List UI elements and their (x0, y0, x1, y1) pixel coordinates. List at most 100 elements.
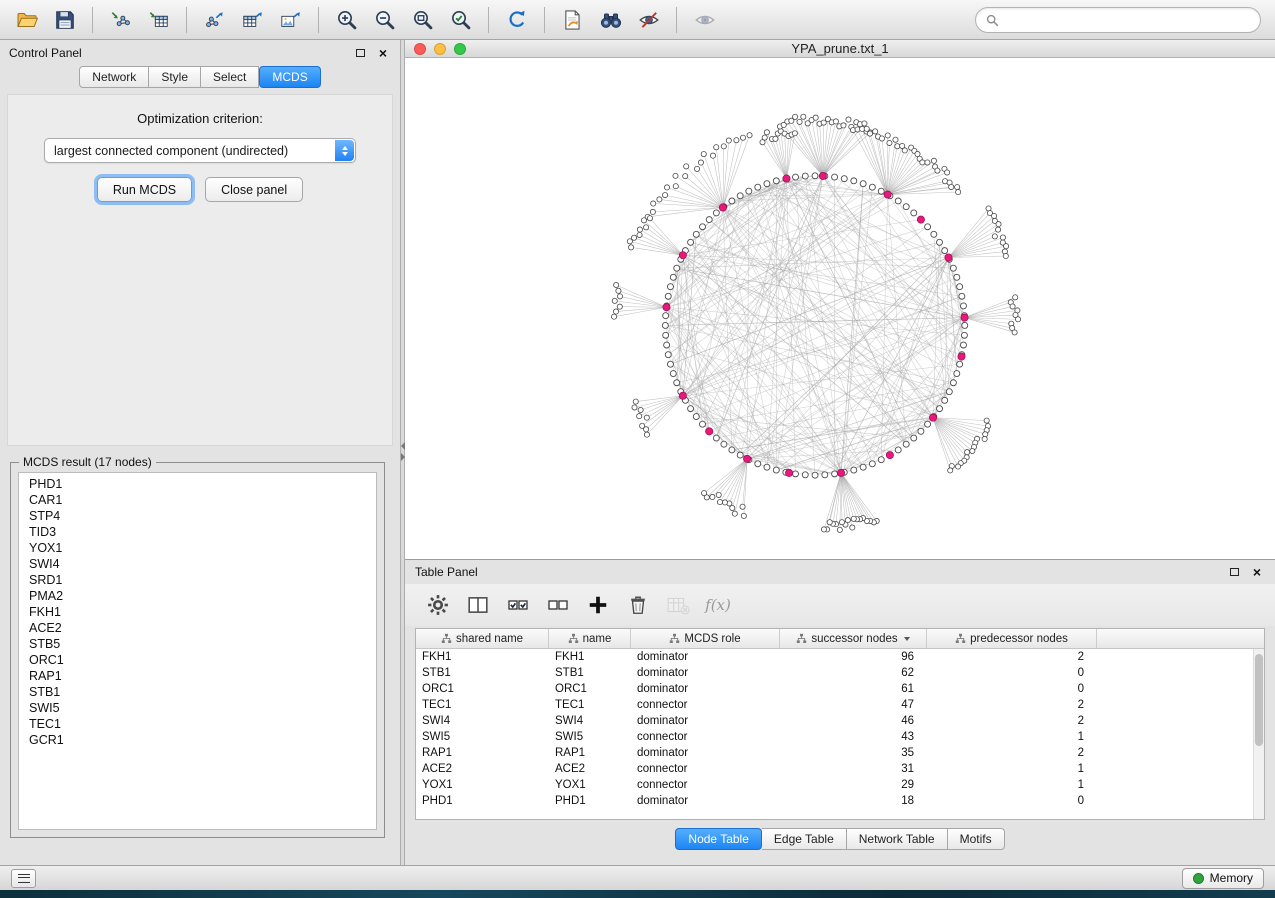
mcds-result-item[interactable]: STP4 (19, 508, 376, 524)
list-icon (18, 874, 30, 883)
float-panel-button[interactable] (352, 46, 368, 60)
clear-table-button[interactable] (661, 590, 695, 620)
mcds-buttons: Run MCDS Close panel (97, 177, 303, 202)
column-header-shared-name[interactable]: shared name (416, 629, 549, 648)
status-bar: Memory (0, 865, 1275, 890)
deselect-all-columns-button[interactable] (541, 590, 575, 620)
mcds-result-item[interactable]: FKH1 (19, 604, 376, 620)
close-mcds-panel-button[interactable]: Close panel (205, 177, 303, 202)
mcds-result-item[interactable]: PMA2 (19, 588, 376, 604)
mcds-result-list: PHD1CAR1STP4TID3YOX1SWI4SRD1PMA2FKH1ACE2… (18, 472, 377, 830)
column-header-predecessor-nodes[interactable]: predecessor nodes (927, 629, 1097, 648)
mcds-result-item[interactable]: SWI4 (19, 556, 376, 572)
tab-motifs[interactable]: Motifs (948, 828, 1005, 850)
column-header-name[interactable]: name (549, 629, 631, 648)
mcds-result-item[interactable]: SWI5 (19, 700, 376, 716)
function-builder-button[interactable]: f(x) (701, 590, 735, 620)
attribute-icon (441, 633, 452, 644)
import-table-button[interactable] (140, 4, 177, 36)
network-canvas[interactable] (405, 58, 1275, 559)
column-header-successor-nodes[interactable]: successor nodes (780, 629, 927, 648)
table-row[interactable]: YOX1YOX1connector291 (416, 777, 1253, 793)
save-session-button[interactable] (46, 4, 83, 36)
zoom-in-button[interactable] (328, 4, 365, 36)
run-mcds-button[interactable]: Run MCDS (97, 177, 192, 202)
table-row[interactable]: STB1STB1dominator620 (416, 665, 1253, 681)
add-column-button[interactable] (581, 590, 615, 620)
cytoscape-app: Control Panel × NetworkStyleSelectMCDS O… (0, 0, 1275, 898)
maximize-window-icon[interactable] (454, 43, 466, 55)
mcds-result-item[interactable]: STB1 (19, 684, 376, 700)
cell-shared_name: FKH1 (416, 651, 549, 663)
export-webpage-button[interactable] (554, 4, 591, 36)
mcds-result-item[interactable]: PHD1 (19, 476, 376, 492)
mcds-result-item[interactable]: TID3 (19, 524, 376, 540)
export-network-button[interactable] (196, 4, 233, 36)
mcds-result-item[interactable]: GCR1 (19, 732, 376, 748)
cell-mcds_role: dominator (631, 747, 780, 759)
minimize-window-icon[interactable] (434, 43, 446, 55)
import-table-icon (148, 9, 170, 31)
mcds-result-item[interactable]: CAR1 (19, 492, 376, 508)
tab-network-table[interactable]: Network Table (847, 828, 948, 850)
zoom-selected-button[interactable] (442, 4, 479, 36)
search-input[interactable] (1005, 13, 1250, 27)
tab-node-table[interactable]: Node Table (675, 828, 762, 850)
delete-column-button[interactable] (621, 590, 655, 620)
tab-style[interactable]: Style (149, 66, 201, 88)
deselect-all-icon (547, 594, 569, 616)
export-image-button[interactable] (272, 4, 309, 36)
memory-button[interactable]: Memory (1182, 868, 1264, 889)
table-row[interactable]: FKH1FKH1dominator962 (416, 649, 1253, 665)
open-file-button[interactable] (8, 4, 45, 36)
close-window-icon[interactable] (414, 43, 426, 55)
mcds-result-item[interactable]: STB5 (19, 636, 376, 652)
zoom-fit-button[interactable] (404, 4, 441, 36)
float-table-panel-button[interactable] (1226, 565, 1242, 579)
show-graphics-details-button[interactable] (686, 4, 723, 36)
toolbar-separator (488, 7, 489, 33)
table-row[interactable]: ACE2ACE2connector311 (416, 761, 1253, 777)
close-panel-button[interactable]: × (375, 46, 391, 60)
mcds-result-item[interactable]: ACE2 (19, 620, 376, 636)
table-row[interactable]: ORC1ORC1dominator610 (416, 681, 1253, 697)
table-row[interactable]: SWI4SWI4dominator462 (416, 713, 1253, 729)
toggle-graphics-details-button[interactable] (630, 4, 667, 36)
table-row[interactable]: SWI5SWI5connector431 (416, 729, 1253, 745)
column-header-MCDS-role[interactable]: MCDS role (631, 629, 780, 648)
select-all-columns-button[interactable] (501, 590, 535, 620)
mcds-result-item[interactable]: SRD1 (19, 572, 376, 588)
panel-splitter[interactable] (400, 40, 405, 865)
table-panel-header: Table Panel × (405, 560, 1275, 584)
mcds-result-item[interactable]: YOX1 (19, 540, 376, 556)
float-icon (356, 49, 365, 57)
table-row[interactable]: TEC1TEC1connector472 (416, 697, 1253, 713)
splitter-arrows-icon[interactable] (400, 442, 405, 461)
close-table-panel-button[interactable]: × (1249, 565, 1265, 579)
tab-mcds[interactable]: MCDS (259, 66, 320, 88)
zoom-out-button[interactable] (366, 4, 403, 36)
toggle-column-view-button[interactable] (461, 590, 495, 620)
table-settings-button[interactable] (421, 590, 455, 620)
import-network-button[interactable] (102, 4, 139, 36)
column-header-filler (1097, 629, 1264, 648)
mcds-result-item[interactable]: RAP1 (19, 668, 376, 684)
zoom-out-icon (374, 9, 396, 31)
export-table-button[interactable] (234, 4, 271, 36)
apply-layout-button[interactable] (498, 4, 535, 36)
eye-slash-icon (638, 9, 660, 31)
task-history-button[interactable] (11, 869, 36, 888)
table-row[interactable]: RAP1RAP1dominator352 (416, 745, 1253, 761)
criterion-dropdown[interactable]: largest connected component (undirected) (44, 138, 356, 163)
tab-edge-table[interactable]: Edge Table (762, 828, 847, 850)
tab-select[interactable]: Select (201, 66, 259, 88)
table-scrollbar[interactable] (1253, 649, 1264, 819)
mcds-result-item[interactable]: ORC1 (19, 652, 376, 668)
table-row[interactable]: PHD1PHD1dominator180 (416, 793, 1253, 809)
search-network-button[interactable] (592, 4, 629, 36)
cell-name: FKH1 (549, 651, 631, 663)
cell-mcds_role: dominator (631, 651, 780, 663)
tab-network[interactable]: Network (79, 66, 149, 88)
scrollbar-thumb[interactable] (1255, 654, 1263, 746)
mcds-result-item[interactable]: TEC1 (19, 716, 376, 732)
